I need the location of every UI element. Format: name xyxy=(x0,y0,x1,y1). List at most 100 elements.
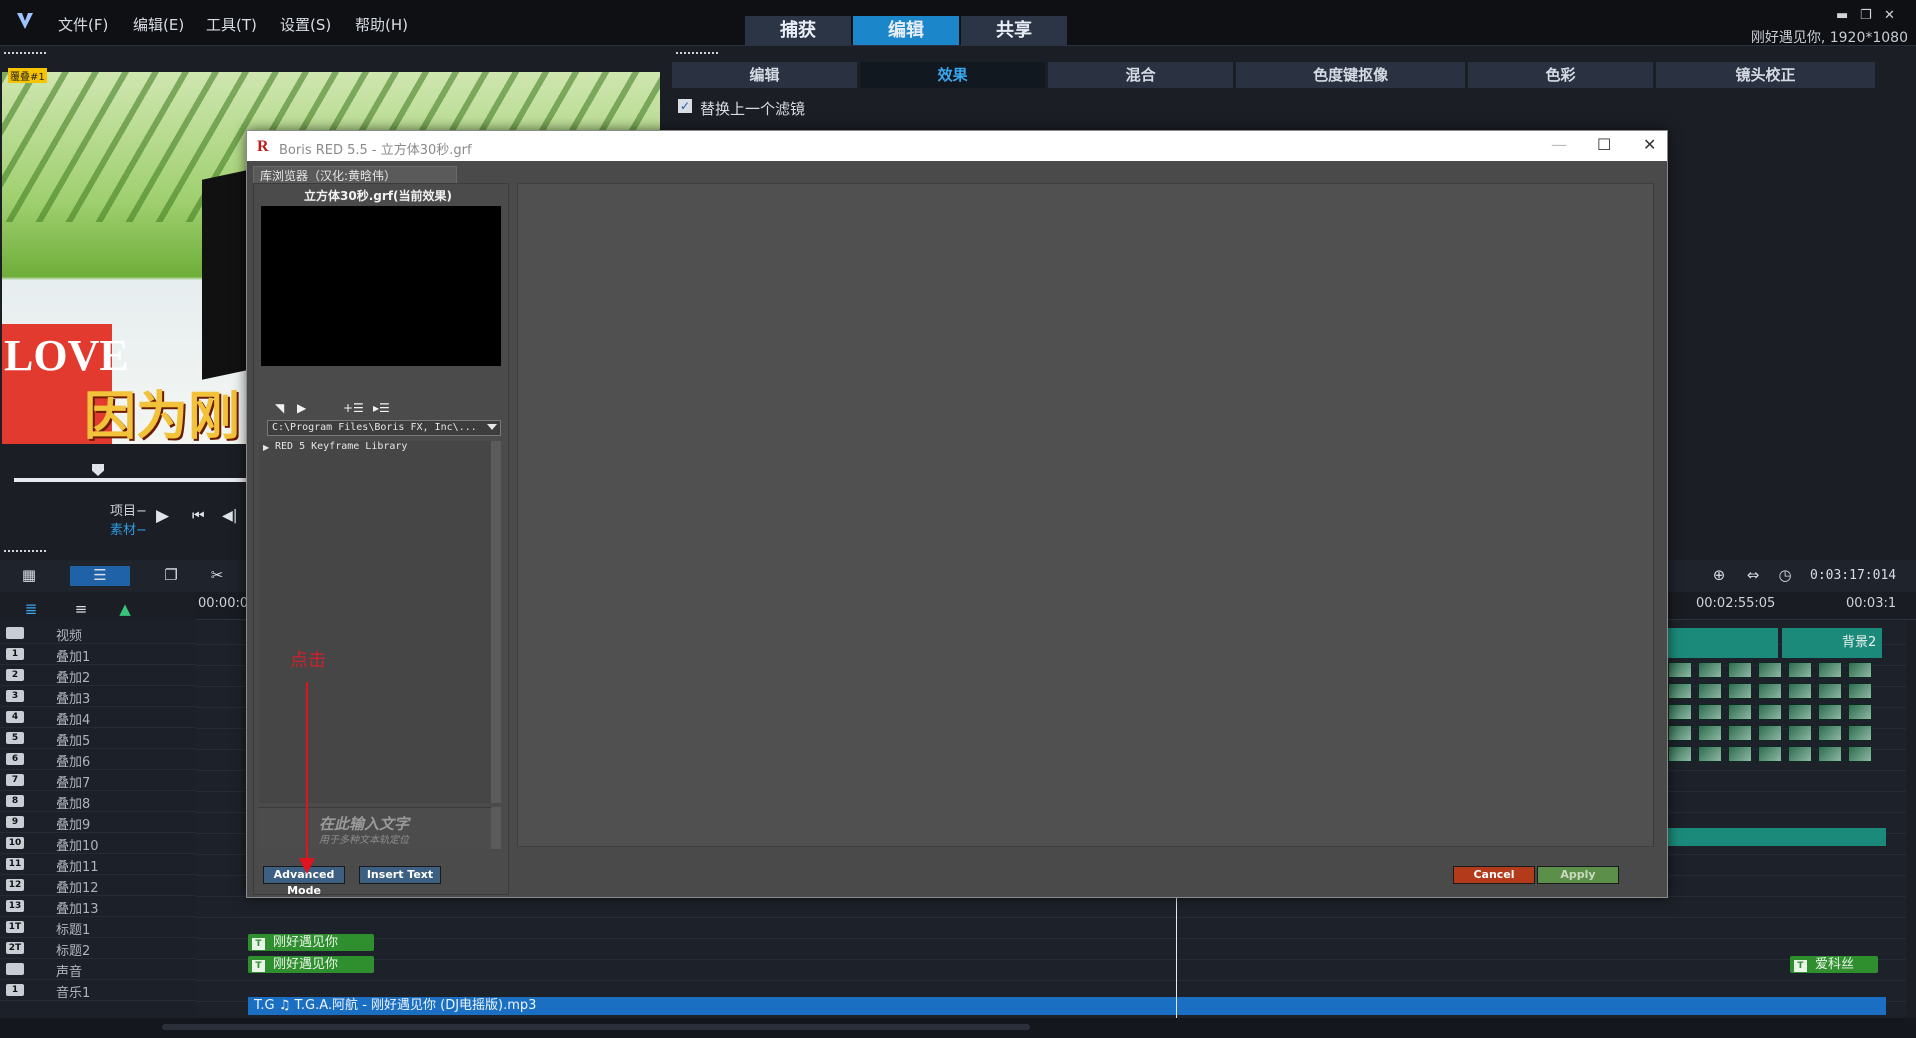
dialog-close-icon[interactable]: ✕ xyxy=(1643,135,1656,154)
menu-file[interactable]: 文件(F) xyxy=(58,14,108,35)
clip-thumbnail[interactable] xyxy=(1728,683,1752,699)
clip-mode-label[interactable]: 素材− xyxy=(110,519,147,538)
track-icon[interactable]: 2 xyxy=(6,669,24,681)
library-path-dropdown[interactable]: C:\Program Files\Boris FX, Inc\... xyxy=(267,420,501,436)
clip-thumbnail[interactable] xyxy=(1728,662,1752,678)
clip-thumbnail[interactable] xyxy=(1758,683,1782,699)
track-icon[interactable]: 9 xyxy=(6,816,24,828)
track-icon[interactable]: 11 xyxy=(6,858,24,870)
clip-thumbnail[interactable] xyxy=(1728,746,1752,762)
track-row[interactable]: 2T 标题2 xyxy=(0,939,196,959)
step-back-icon[interactable]: ◀| xyxy=(222,508,237,524)
ripple-icon[interactable]: ▲ xyxy=(112,600,138,620)
clip-thumbnail[interactable] xyxy=(1788,746,1812,762)
clip-thumbnail[interactable] xyxy=(1668,704,1692,720)
clip-thumbnail[interactable] xyxy=(1848,725,1872,741)
workspace-scrollbar[interactable] xyxy=(1653,183,1663,847)
dialog-maximize-icon[interactable]: ☐ xyxy=(1597,135,1611,154)
title-clip[interactable]: T 刚好遇见你 xyxy=(248,934,374,951)
library-tree[interactable] xyxy=(259,441,499,803)
track-row[interactable]: 6 叠加6 xyxy=(0,750,196,770)
timeline-horizontal-scrollbar[interactable] xyxy=(162,1024,1030,1030)
clip-thumbnail[interactable] xyxy=(1728,704,1752,720)
track-row[interactable]: 11 叠加11 xyxy=(0,855,196,875)
panel-grip[interactable] xyxy=(4,550,46,552)
audio-clip[interactable]: T.G ♫ T.G.A.阿航 - 刚好遇见你 (DJ电摇版).mp3 xyxy=(248,997,1886,1015)
clip-thumbnail[interactable] xyxy=(1848,704,1872,720)
clip-thumbnail[interactable] xyxy=(1668,725,1692,741)
project-mode-label[interactable]: 项目− xyxy=(110,500,147,519)
menu-tools[interactable]: 工具(T) xyxy=(206,14,257,35)
tab-settings-blend[interactable]: 混合 xyxy=(1048,62,1234,88)
track-icon[interactable]: 4 xyxy=(6,711,24,723)
track-row[interactable]: 1 音乐1 xyxy=(0,981,196,1001)
skip-start-icon[interactable]: ⏮ xyxy=(192,508,205,524)
track-manager-icon[interactable]: ≣ xyxy=(18,600,44,620)
dialog-minimize-icon[interactable]: — xyxy=(1551,135,1567,154)
clip-thumbnail[interactable] xyxy=(1668,662,1692,678)
track-row[interactable]: 12 叠加12 xyxy=(0,876,196,896)
expand-icon[interactable]: ▶ xyxy=(263,443,269,452)
scrubber-knob[interactable] xyxy=(92,464,104,476)
dialog-title-bar[interactable]: R Boris RED 5.5 - 立方体30秒.grf — ☐ ✕ xyxy=(247,131,1667,161)
clip-thumbnail[interactable] xyxy=(1698,725,1722,741)
track-icon[interactable]: 8 xyxy=(6,795,24,807)
insert-text-button[interactable]: Insert Text xyxy=(359,866,441,884)
track-row[interactable]: 7 叠加7 xyxy=(0,771,196,791)
track-row[interactable]: 视频 xyxy=(0,624,196,644)
track-row[interactable]: 声音 xyxy=(0,960,196,980)
timecode[interactable]: 0:03:17:014 xyxy=(1810,568,1896,583)
play-icon[interactable]: ▶ xyxy=(156,506,169,526)
track-icon[interactable]: 1 xyxy=(6,984,24,996)
track-row[interactable]: 2 叠加2 xyxy=(0,666,196,686)
clip-thumbnail[interactable] xyxy=(1788,704,1812,720)
clip-thumbnail[interactable] xyxy=(1848,683,1872,699)
clip-thumbnail[interactable] xyxy=(1788,725,1812,741)
track-icon[interactable]: 13 xyxy=(6,900,24,912)
panel-grip[interactable] xyxy=(676,52,718,54)
clip-thumbnail[interactable] xyxy=(1848,662,1872,678)
tab-settings-effect[interactable]: 效果 xyxy=(860,62,1046,88)
apply-button[interactable]: Apply xyxy=(1537,866,1619,884)
clip-thumbnail[interactable] xyxy=(1758,704,1782,720)
minimize-icon[interactable]: ▬ xyxy=(1836,8,1848,23)
track-row[interactable]: 1T 标题1 xyxy=(0,918,196,938)
preview-scrubber[interactable] xyxy=(14,478,254,482)
library-play-icon[interactable]: ▶ xyxy=(297,401,306,415)
track-icon[interactable]: 10 xyxy=(6,837,24,849)
menu-settings[interactable]: 设置(S) xyxy=(280,14,331,35)
copy-icon[interactable]: ❐ xyxy=(158,566,184,586)
list-icon[interactable]: ▸☰ xyxy=(373,401,390,415)
track-row[interactable]: 5 叠加5 xyxy=(0,729,196,749)
clip-thumbnail[interactable] xyxy=(1818,683,1842,699)
workspace-area[interactable] xyxy=(517,183,1655,847)
timeline-view-icon[interactable]: ☰ xyxy=(70,566,130,586)
app-logo-icon[interactable] xyxy=(14,10,36,32)
track-icon[interactable]: 2T xyxy=(6,942,24,954)
tools-icon[interactable]: ✂ xyxy=(204,566,230,586)
title-clip[interactable]: T 爱科丝 xyxy=(1790,956,1878,973)
zoom-in-icon[interactable]: ⊕ xyxy=(1706,566,1732,586)
tab-settings-chroma[interactable]: 色度键抠像 xyxy=(1236,62,1466,88)
text-input-scrollbar[interactable] xyxy=(491,807,501,849)
clip-thumbnail[interactable] xyxy=(1758,725,1782,741)
background-clip[interactable]: 背景2 xyxy=(1782,628,1882,658)
clip-thumbnail[interactable] xyxy=(1698,704,1722,720)
close-icon[interactable]: ✕ xyxy=(1884,8,1895,23)
track-row[interactable]: 1 叠加1 xyxy=(0,645,196,665)
clip-thumbnail[interactable] xyxy=(1758,662,1782,678)
clock-icon[interactable]: ◷ xyxy=(1772,566,1798,586)
clip-thumbnail[interactable] xyxy=(1698,746,1722,762)
tree-item[interactable]: RED 5 Keyframe Library xyxy=(275,441,407,452)
panel-grip[interactable] xyxy=(4,52,46,54)
track-icon[interactable]: 7 xyxy=(6,774,24,786)
clip-thumbnail[interactable] xyxy=(1698,683,1722,699)
clip-thumbnail[interactable] xyxy=(1788,683,1812,699)
clip-thumbnail[interactable] xyxy=(1818,746,1842,762)
tab-share[interactable]: 共享 xyxy=(961,16,1067,45)
rewind-icon[interactable]: ◥ xyxy=(275,401,284,415)
clip-thumbnail[interactable] xyxy=(1788,662,1812,678)
track-row[interactable]: 10 叠加10 xyxy=(0,834,196,854)
clip-thumbnail[interactable] xyxy=(1818,704,1842,720)
track-icon[interactable]: 1T xyxy=(6,921,24,933)
